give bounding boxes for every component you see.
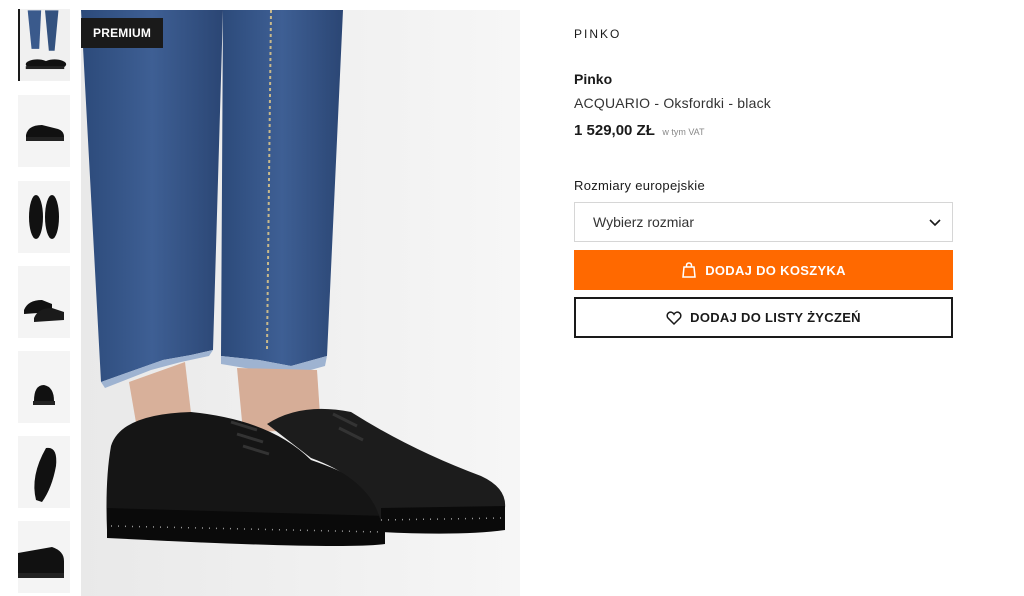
thumbnail-4-image: [18, 266, 70, 338]
thumbnail-5-image: [18, 351, 70, 423]
price: 1 529,00 ZŁ: [574, 122, 655, 139]
thumbnail-1-image: [20, 10, 70, 80]
size-select[interactable]: Wybierz rozmiar: [574, 202, 953, 242]
thumbnail-1[interactable]: [18, 9, 70, 81]
thumbnail-7[interactable]: [18, 521, 70, 593]
brand-name[interactable]: Pinko: [574, 71, 612, 87]
product-name: ACQUARIO - Oksfordki - black: [574, 95, 771, 111]
brand-logo[interactable]: PINKO: [574, 27, 621, 41]
thumbnail-6[interactable]: [18, 436, 70, 508]
thumbnail-6-image: [18, 436, 70, 508]
shopping-bag-icon: [682, 262, 697, 278]
heart-icon: [666, 310, 682, 325]
add-to-cart-button[interactable]: DODAJ DO KOSZYKA: [574, 250, 953, 290]
product-photo: [81, 10, 520, 596]
thumbnail-7-image: [18, 521, 70, 593]
thumbnail-2[interactable]: [18, 95, 70, 167]
main-product-image[interactable]: [81, 10, 520, 596]
price-row: 1 529,00 ZŁ w tym VAT: [574, 122, 705, 140]
size-label: Rozmiary europejskie: [574, 178, 705, 193]
thumbnail-3[interactable]: [18, 181, 70, 253]
chevron-down-icon: [929, 219, 941, 227]
vat-note: w tym VAT: [662, 127, 705, 137]
add-to-wishlist-button[interactable]: DODAJ DO LISTY ŻYCZEŃ: [574, 297, 953, 338]
thumbnail-5[interactable]: [18, 351, 70, 423]
thumbnail-2-image: [18, 95, 70, 167]
add-to-cart-label: DODAJ DO KOSZYKA: [705, 262, 846, 278]
thumbnail-3-image: [18, 181, 70, 253]
add-to-wishlist-label: DODAJ DO LISTY ŻYCZEŃ: [690, 310, 861, 325]
thumbnail-4[interactable]: [18, 266, 70, 338]
size-select-value: Wybierz rozmiar: [593, 214, 694, 230]
premium-badge: PREMIUM: [81, 18, 164, 48]
